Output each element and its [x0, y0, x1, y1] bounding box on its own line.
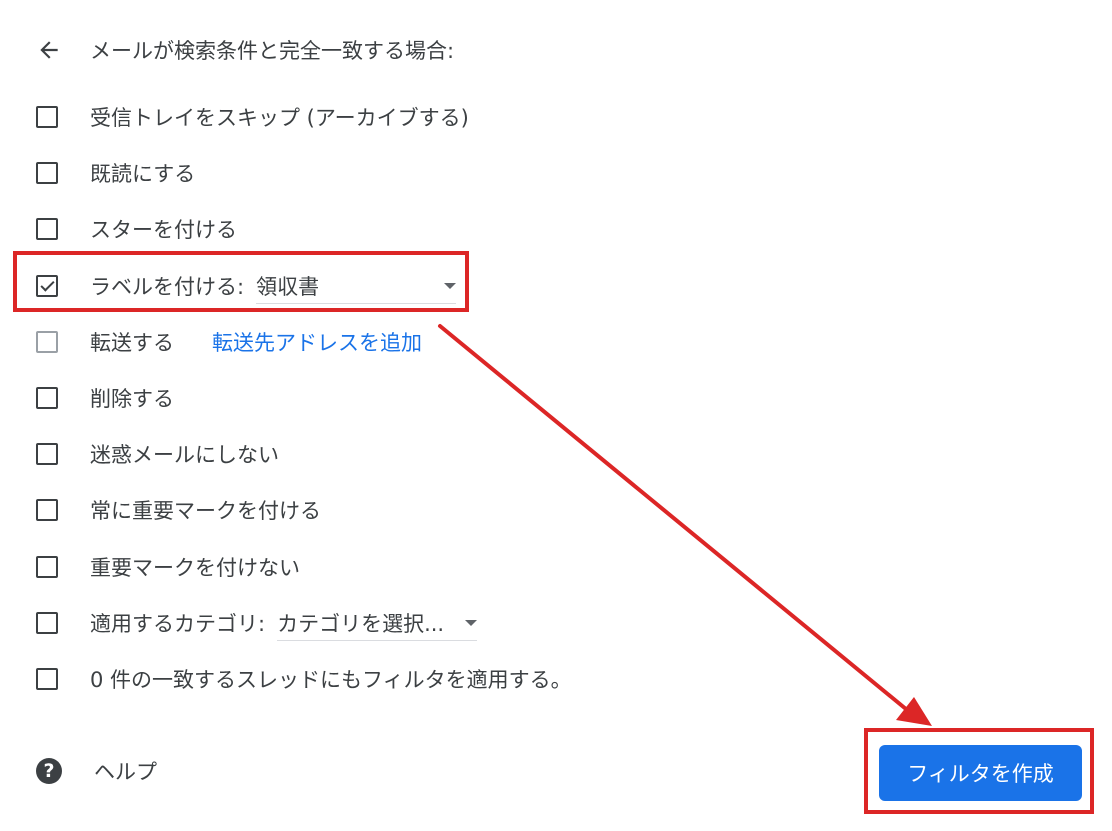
- option-apply-label[interactable]: ラベルを付ける: 領収書: [36, 266, 457, 306]
- category-select-value: カテゴリを選択...: [277, 611, 445, 636]
- help-label: ヘルプ: [94, 760, 157, 784]
- option-star[interactable]: スターを付ける: [36, 209, 237, 249]
- apply-existing-label: 0 件の一致するスレッドにもフィルタを適用する。: [90, 668, 572, 692]
- create-filter-button[interactable]: フィルタを作成: [879, 745, 1082, 801]
- always-important-label: 常に重要マークを付ける: [90, 499, 321, 523]
- never-important-label: 重要マークを付けない: [90, 556, 300, 580]
- option-never-spam[interactable]: 迷惑メールにしない: [36, 434, 279, 474]
- category-label: 適用するカテゴリ:: [90, 612, 266, 636]
- dropdown-caret-icon: [444, 282, 457, 289]
- always-important-checkbox[interactable]: [36, 499, 58, 521]
- never-spam-checkbox[interactable]: [36, 443, 58, 465]
- option-never-important[interactable]: 重要マークを付けない: [36, 547, 300, 587]
- option-skip-inbox[interactable]: 受信トレイをスキップ (アーカイブする): [36, 97, 469, 137]
- mark-read-label: 既読にする: [90, 162, 196, 186]
- never-spam-label: 迷惑メールにしない: [90, 443, 279, 467]
- mark-read-checkbox[interactable]: [36, 162, 58, 184]
- apply-label-label: ラベルを付ける:: [90, 275, 245, 299]
- panel-header: メールが検索条件と完全一致する場合:: [36, 28, 454, 72]
- apply-existing-checkbox[interactable]: [36, 668, 58, 690]
- option-always-important[interactable]: 常に重要マークを付ける: [36, 490, 321, 530]
- skip-inbox-label: 受信トレイをスキップ (アーカイブする): [90, 106, 469, 130]
- star-checkbox[interactable]: [36, 218, 58, 240]
- help-icon: ?: [36, 758, 62, 784]
- never-important-checkbox[interactable]: [36, 556, 58, 578]
- filter-actions-panel: メールが検索条件と完全一致する場合: 受信トレイをスキップ (アーカイブする) …: [0, 0, 1112, 831]
- option-apply-existing[interactable]: 0 件の一致するスレッドにもフィルタを適用する。: [36, 659, 572, 699]
- option-mark-read[interactable]: 既読にする: [36, 153, 195, 193]
- option-category[interactable]: 適用するカテゴリ: カテゴリを選択...: [36, 603, 478, 643]
- delete-label: 削除する: [90, 387, 174, 411]
- category-select[interactable]: カテゴリを選択...: [277, 605, 478, 641]
- category-checkbox[interactable]: [36, 612, 58, 634]
- dropdown-caret-icon: [465, 619, 478, 626]
- header-title: メールが検索条件と完全一致する場合:: [90, 39, 455, 63]
- label-select[interactable]: 領収書: [256, 268, 457, 304]
- option-forward[interactable]: 転送する 転送先アドレスを追加: [36, 322, 422, 362]
- help-link[interactable]: ? ヘルプ: [36, 756, 157, 786]
- back-arrow-icon[interactable]: [36, 37, 62, 63]
- skip-inbox-checkbox[interactable]: [36, 106, 58, 128]
- forward-label: 転送する: [90, 331, 174, 355]
- option-delete[interactable]: 削除する: [36, 378, 174, 418]
- star-label: スターを付ける: [90, 218, 237, 242]
- add-forwarding-address-link[interactable]: 転送先アドレスを追加: [212, 327, 422, 357]
- delete-checkbox[interactable]: [36, 387, 58, 409]
- annotation-arrowhead: [896, 697, 932, 726]
- forward-checkbox[interactable]: [36, 331, 58, 353]
- label-select-value: 領収書: [256, 274, 320, 299]
- apply-label-checkbox[interactable]: [36, 275, 58, 297]
